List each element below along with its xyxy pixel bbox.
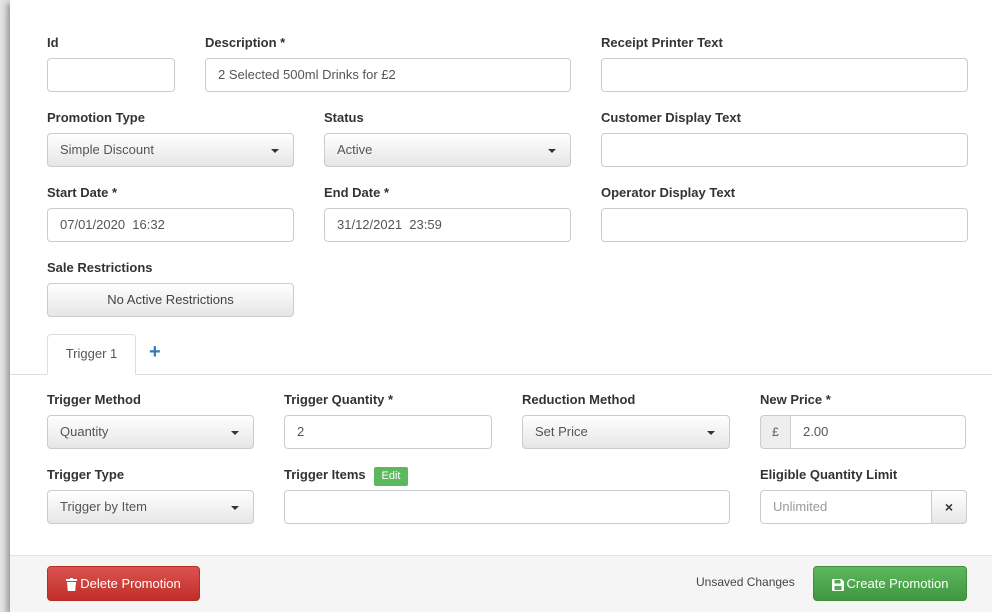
trigger-type-value: Trigger by Item (60, 499, 147, 514)
reduction-method-select[interactable]: Set Price (522, 415, 730, 449)
description-field[interactable]: 2 Selected 500ml Drinks for £2 (205, 58, 571, 92)
start-date-field[interactable]: 07/01/2020 16:32 (47, 208, 294, 242)
edit-trigger-items-button[interactable]: Edit (374, 467, 408, 486)
status-select[interactable]: Active (324, 133, 571, 167)
customer-display-text-label: Customer Display Text (601, 110, 741, 125)
delete-promotion-label: Delete Promotion (80, 576, 181, 591)
status-label: Status (324, 110, 364, 125)
trigger-type-label: Trigger Type (47, 467, 125, 482)
chevron-down-icon (271, 149, 279, 153)
eligible-quantity-limit-label: Eligible Quantity Limit (760, 467, 898, 482)
promotion-type-select[interactable]: Simple Discount (47, 133, 294, 167)
new-price-field[interactable]: 2.00 (790, 415, 966, 449)
id-label: Id (47, 35, 59, 50)
promotion-type-label: Promotion Type (47, 110, 145, 125)
end-date-label: End Date * (324, 185, 390, 200)
trigger-quantity-label: Trigger Quantity * (284, 392, 394, 407)
trigger-type-select[interactable]: Trigger by Item (47, 490, 254, 524)
close-icon: × (944, 499, 954, 515)
trigger-quantity-field[interactable]: 2 (284, 415, 492, 449)
eligible-quantity-limit-field[interactable]: Unlimited (760, 490, 932, 524)
trash-icon (66, 578, 78, 592)
unsaved-changes-text: Unsaved Changes (696, 575, 795, 589)
chevron-down-icon (548, 149, 556, 153)
create-promotion-label: Create Promotion (846, 576, 949, 591)
receipt-printer-text-field[interactable] (601, 58, 968, 92)
trigger-items-field[interactable] (284, 490, 730, 524)
sale-restrictions-button[interactable]: No Active Restrictions (47, 283, 294, 317)
receipt-printer-text-label: Receipt Printer Text (601, 35, 723, 50)
chevron-down-icon (707, 431, 715, 435)
delete-promotion-button[interactable]: Delete Promotion (47, 566, 200, 601)
clear-limit-button[interactable]: × (931, 490, 967, 524)
trigger-method-value: Quantity (60, 424, 109, 439)
chevron-down-icon (231, 431, 239, 435)
operator-display-text-field[interactable] (601, 208, 968, 242)
promotion-form-panel: Id Description * 2 Selected 500ml Drinks… (10, 0, 992, 612)
customer-display-text-field[interactable] (601, 133, 968, 167)
trigger-method-select[interactable]: Quantity (47, 415, 254, 449)
trigger-items-label: Trigger Items (284, 467, 366, 482)
status-value: Active (337, 142, 373, 157)
end-date-field[interactable]: 31/12/2021 23:59 (324, 208, 571, 242)
tab-trigger-1[interactable]: Trigger 1 (47, 334, 136, 375)
tabs-divider (10, 374, 992, 375)
save-icon (831, 578, 844, 591)
plus-icon[interactable]: + (149, 341, 161, 364)
reduction-method-label: Reduction Method (522, 392, 636, 407)
currency-addon: £ (760, 415, 791, 449)
operator-display-text-label: Operator Display Text (601, 185, 736, 200)
reduction-method-value: Set Price (535, 424, 588, 439)
id-field[interactable] (47, 58, 175, 92)
promotion-type-value: Simple Discount (60, 142, 154, 157)
chevron-down-icon (231, 506, 239, 510)
create-promotion-button[interactable]: Create Promotion (813, 566, 967, 601)
trigger-method-label: Trigger Method (47, 392, 141, 407)
new-price-label: New Price * (760, 392, 831, 407)
description-label: Description * (205, 35, 286, 50)
start-date-label: Start Date * (47, 185, 118, 200)
sale-restrictions-label: Sale Restrictions (47, 260, 153, 275)
